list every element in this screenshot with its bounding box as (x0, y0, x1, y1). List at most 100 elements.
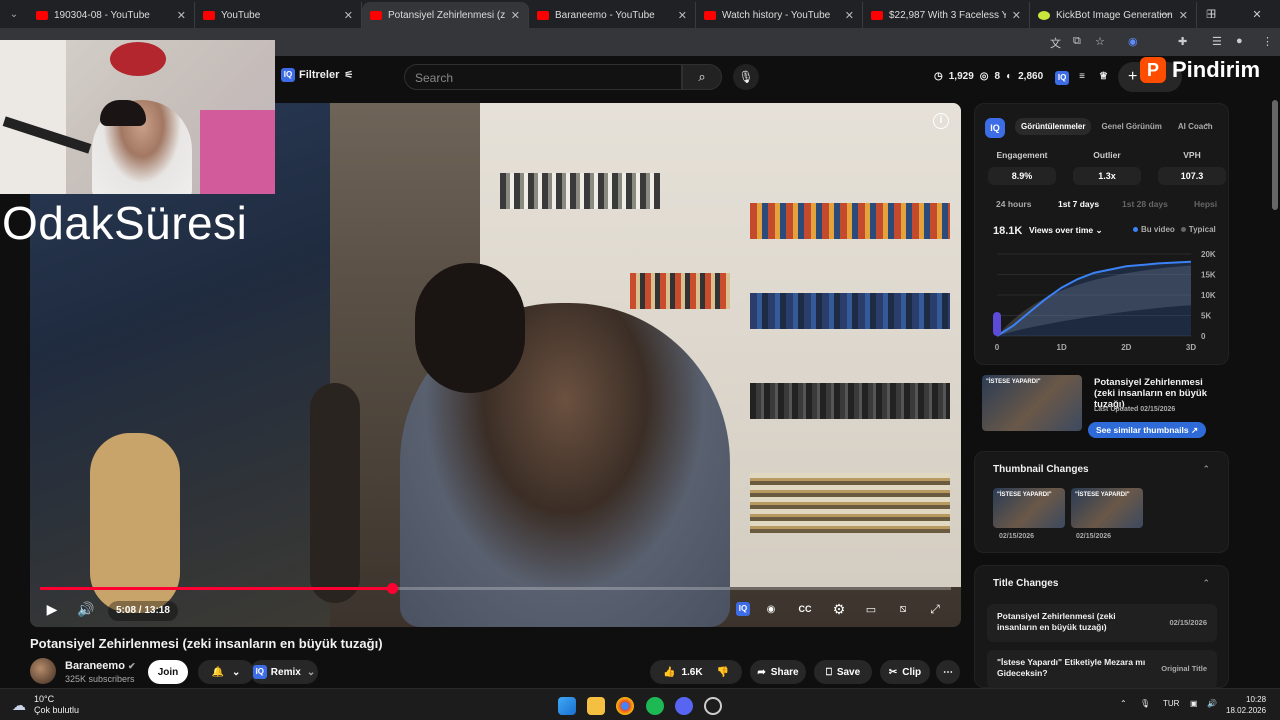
views-chart[interactable]: 20K 15K 10K 5K 0 0 1D 2D 3D (983, 242, 1223, 362)
tab-ai-coach[interactable]: AI Coach (1172, 118, 1219, 135)
spotify-icon[interactable] (646, 697, 664, 715)
thumbnail-changes-title: Thumbnail Changes (993, 464, 1089, 475)
youtube-favicon-icon (537, 10, 549, 20)
language-indicator[interactable]: TUR (1163, 699, 1179, 708)
browser-tab[interactable]: Watch history - YouTube ✕ (696, 2, 863, 28)
tab-close-icon[interactable]: ✕ (511, 9, 520, 22)
tab-close-icon[interactable]: ✕ (678, 9, 687, 22)
trophy-icon[interactable]: ♕ (1099, 71, 1108, 85)
video-thumbnail[interactable]: "İSTESE YAPARDI" (982, 375, 1082, 431)
tab-close-icon[interactable]: ✕ (1012, 9, 1021, 22)
more-actions-button[interactable]: ⋯ (936, 660, 960, 684)
progress-scrubber[interactable] (386, 583, 398, 594)
close-window-icon[interactable]: ✕ (1234, 8, 1280, 21)
filters-button[interactable]: IQ Filtreler ⚟ (281, 68, 353, 82)
app-icon[interactable] (704, 697, 722, 715)
tab-search-icon[interactable]: ⌄ (0, 0, 28, 28)
search-button[interactable]: ⌕ (682, 64, 722, 90)
y-tick-label: 5K (1201, 312, 1211, 321)
channel-name[interactable]: Baraneemo ✔ (65, 660, 136, 672)
browser-tab[interactable]: $22,987 With 3 Faceless YouTul ✕ (863, 2, 1030, 28)
channel-avatar[interactable] (30, 658, 56, 684)
vidiq-logo-icon: IQ (985, 118, 1005, 138)
notifications-button[interactable]: 🔔 ⌄ (198, 660, 254, 684)
microphone-tray-icon[interactable]: 🎙 (1140, 699, 1150, 708)
browser-tab[interactable]: 190304-08 - YouTube ✕ (28, 2, 195, 28)
remix-button[interactable]: IQ Remix ⌄ (250, 660, 318, 684)
collapse-chevron-icon[interactable]: ⌃ (1202, 464, 1210, 475)
eye-icon: ◎ (979, 71, 989, 82)
metric-value: 107.3 (1158, 167, 1226, 185)
list-icon[interactable]: ≡ (1079, 71, 1085, 85)
windows-start-icon[interactable] (558, 697, 576, 715)
extensions-puzzle-icon[interactable]: ✚ (1178, 35, 1187, 48)
microphone-icon: 🎙 (738, 70, 754, 84)
clock-date: 18.02.2026 (1226, 706, 1267, 715)
network-icon[interactable]: ▣ (1190, 699, 1198, 708)
weather-widget[interactable]: 10°C Çok bulutlu (34, 694, 79, 716)
vidiq-stats: ◷ 1,929 ◎ 8 ◐ 2,860 IQ ≡ ♕ (934, 71, 1108, 85)
voice-search-button[interactable]: 🎙 (733, 64, 759, 90)
browser-tab[interactable]: Potansiyel Zehirlenmesi (zeki in ✕ (362, 2, 529, 28)
x-tick-label: 0 (995, 343, 1000, 352)
thumbnail-change-item[interactable]: "İSTESE YAPARDI" (993, 488, 1065, 528)
browser-menu-icon[interactable]: ⋮ (1262, 35, 1273, 48)
range-all[interactable]: Hepsi (1194, 199, 1217, 209)
tab-views[interactable]: Görüntülenmeler (1015, 118, 1092, 135)
tab-close-icon[interactable]: ✕ (344, 9, 353, 22)
info-icon[interactable]: i (933, 113, 949, 129)
thumbnail-changes-card: Thumbnail Changes ⌃ "İSTESE YAPARDI" "İS… (974, 451, 1229, 553)
autoplay-toggle-icon[interactable]: ◉ (760, 595, 782, 623)
see-similar-thumbnails-button[interactable]: See similar thumbnails ↗ (1088, 422, 1207, 438)
progress-played (40, 587, 392, 590)
youtube-favicon-icon (704, 10, 716, 20)
progress-bar[interactable] (40, 583, 951, 594)
search-input[interactable]: Search (404, 64, 682, 90)
cast-icon[interactable]: ⧅ (892, 595, 914, 623)
tab-overview[interactable]: Genel Görünüm (1095, 118, 1167, 135)
system-clock[interactable]: 10:28 18.02.2026 (1226, 694, 1266, 716)
range-7d[interactable]: 1st 7 days (1058, 199, 1099, 209)
tray-chevron-icon[interactable]: ⌃ (1120, 699, 1127, 708)
discord-icon[interactable] (675, 697, 693, 715)
file-explorer-icon[interactable] (587, 697, 605, 715)
volume-icon[interactable]: 🔊 (74, 595, 98, 623)
fullscreen-icon[interactable]: ⤢ (924, 595, 946, 623)
browser-tab[interactable]: Baraneemo - YouTube ✕ (529, 2, 696, 28)
x-tick-label: 1D (1057, 343, 1067, 352)
kickbot-favicon-icon (1038, 10, 1050, 20)
profile-icon[interactable]: ● (1236, 35, 1243, 47)
collapse-chevron-icon[interactable]: ⌃ (1202, 122, 1210, 133)
chevron-down-icon: ⌄ (232, 666, 241, 678)
captions-icon[interactable]: CC (794, 595, 816, 623)
range-28d[interactable]: 1st 28 days (1122, 199, 1168, 209)
extension-icon[interactable]: ◉ (1128, 35, 1138, 48)
save-button[interactable]: ⎕ Save (814, 660, 872, 684)
miniplayer-icon[interactable]: ▭ (860, 595, 882, 623)
translate-icon[interactable]: 文 (1050, 35, 1061, 51)
vidiq-player-icon[interactable]: IQ (732, 595, 754, 623)
views-over-time-dropdown[interactable]: Views over time ⌄ (1029, 225, 1103, 236)
like-dislike-button[interactable]: 👍 1.6K 👎 (650, 660, 742, 684)
range-24h[interactable]: 24 hours (996, 199, 1031, 209)
volume-tray-icon[interactable]: 🔊 (1207, 699, 1217, 708)
minimize-icon[interactable]: — (1142, 8, 1188, 20)
restore-icon[interactable]: ❐ (1188, 8, 1234, 21)
tab-close-icon[interactable]: ✕ (845, 9, 854, 22)
page-scrollbar[interactable] (1272, 100, 1278, 210)
bookmark-star-icon[interactable]: ☆ (1095, 35, 1105, 48)
browser-tab[interactable]: YouTube ✕ (195, 2, 362, 28)
clip-button[interactable]: ✂ Clip (880, 660, 930, 684)
tab-close-icon[interactable]: ✕ (177, 9, 186, 22)
chart-legend: Bu video Typical (1133, 225, 1216, 234)
reading-list-icon[interactable]: ☰ (1212, 35, 1222, 48)
play-icon[interactable]: ▶ (40, 595, 64, 623)
thumbnail-change-item[interactable]: "İSTESE YAPARDI" (1071, 488, 1143, 528)
collapse-chevron-icon[interactable]: ⌃ (1202, 578, 1210, 589)
chrome-icon[interactable] (616, 697, 634, 715)
settings-gear-icon[interactable]: ⚙ (828, 595, 850, 623)
vidiq-menu-icon[interactable]: IQ (1055, 71, 1070, 85)
install-icon[interactable]: ⧉ (1073, 35, 1081, 48)
join-button[interactable]: Join (148, 660, 188, 684)
share-button[interactable]: ➦ Share (750, 660, 806, 684)
